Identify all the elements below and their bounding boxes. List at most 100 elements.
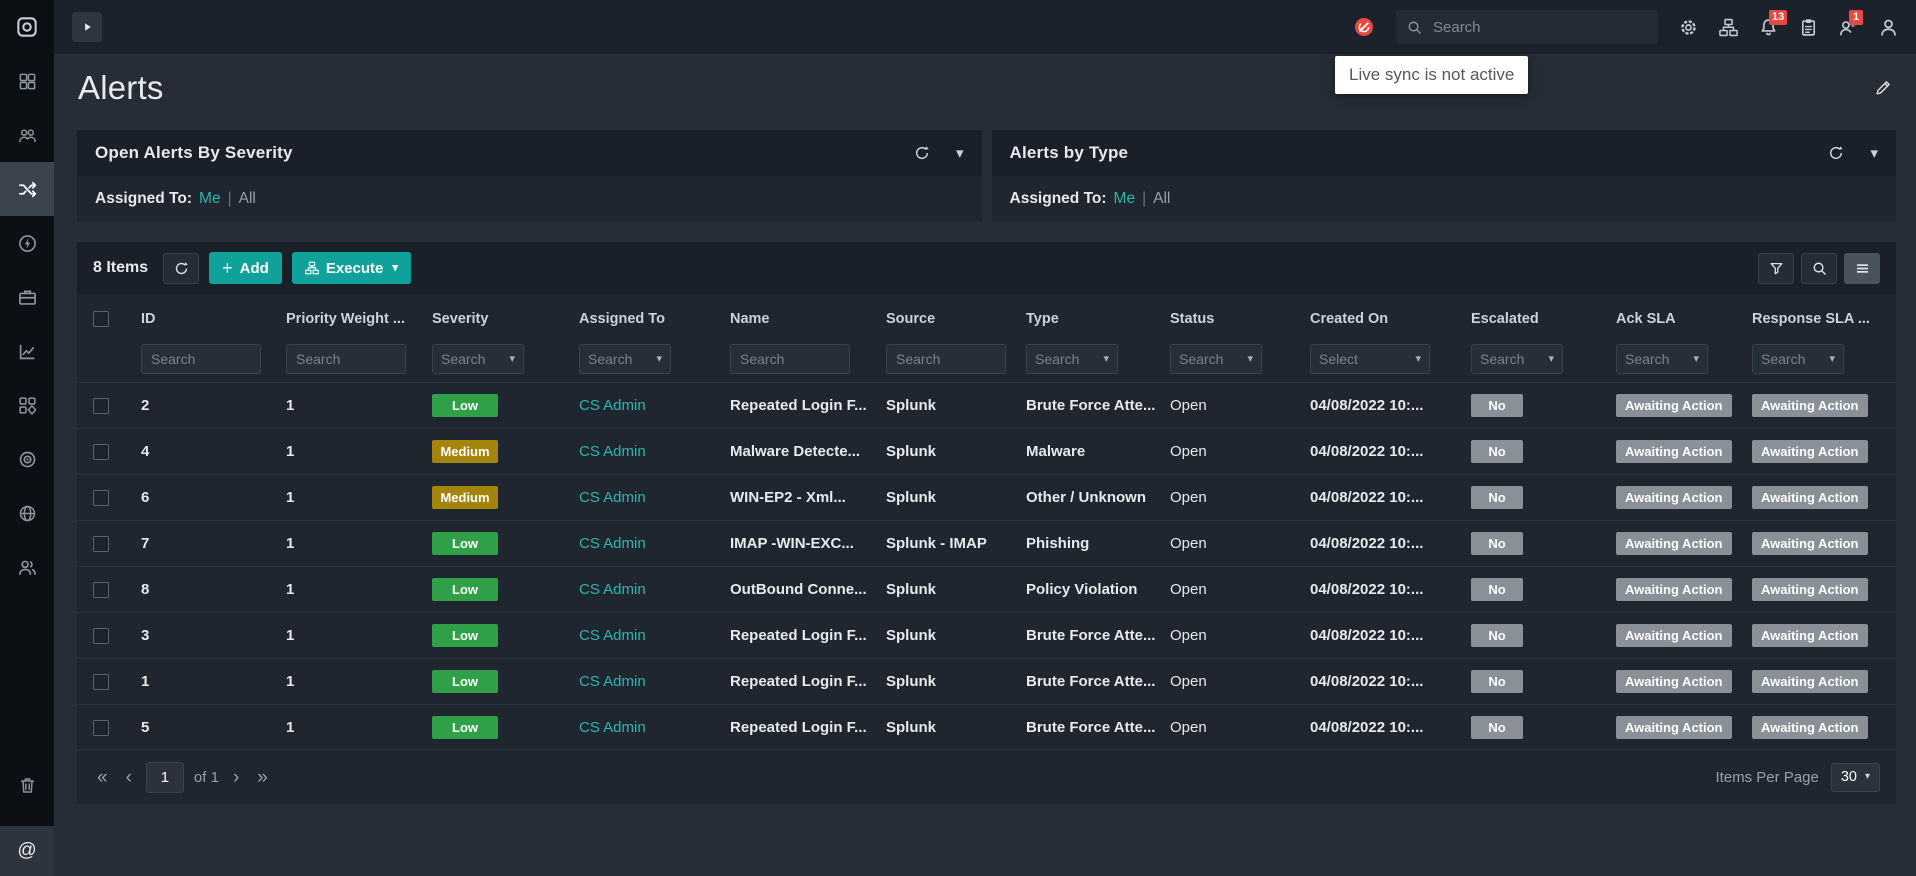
cell-status: Open (1170, 627, 1310, 644)
assigned-all-link[interactable]: All (239, 190, 256, 208)
row-checkbox[interactable] (93, 628, 109, 644)
cell-severity: Low (432, 394, 579, 417)
sidebar-item-alerts[interactable] (0, 162, 54, 216)
list-view-button[interactable] (1844, 253, 1880, 284)
filter-button[interactable] (1758, 253, 1794, 284)
table-row[interactable]: 71LowCS AdminIMAP -WIN-EXC...Splunk - IM… (77, 520, 1896, 566)
refresh-button[interactable] (163, 253, 199, 284)
assigned-all-link[interactable]: All (1153, 190, 1170, 208)
row-checkbox[interactable] (93, 398, 109, 414)
user-profile-button[interactable] (1879, 18, 1898, 37)
sidebar-item-teams[interactable] (0, 108, 54, 162)
assigned-to-link[interactable]: CS Admin (579, 719, 646, 736)
next-page-button[interactable]: › (229, 768, 243, 787)
profile-settings-button[interactable]: 1 (1839, 18, 1858, 37)
row-checkbox[interactable] (93, 536, 109, 552)
tasks-button[interactable] (1799, 18, 1818, 37)
assigned-to-link[interactable]: CS Admin (579, 535, 646, 552)
filter-escalated-dropdown[interactable]: Search▾ (1471, 344, 1563, 374)
panel-refresh-button[interactable] (1828, 145, 1844, 161)
row-checkbox[interactable] (93, 674, 109, 690)
severity-badge: Medium (432, 440, 498, 463)
sidebar-item-apps[interactable] (0, 378, 54, 432)
first-page-button[interactable]: « (93, 768, 112, 787)
row-checkbox[interactable] (93, 720, 109, 736)
sidebar-item-analytics[interactable] (0, 324, 54, 378)
table-row[interactable]: 41MediumCS AdminMalware Detecte...Splunk… (77, 428, 1896, 474)
table-row[interactable]: 11LowCS AdminRepeated Login F...SplunkBr… (77, 658, 1896, 704)
caret-down-icon: ▾ (1693, 354, 1699, 365)
filter-response-sla-dropdown[interactable]: Search▾ (1752, 344, 1844, 374)
assigned-to-link[interactable]: CS Admin (579, 673, 646, 690)
assigned-me-link[interactable]: Me (1114, 190, 1136, 208)
sidebar-item-user-groups[interactable] (0, 540, 54, 594)
sidebar-nav: @ (0, 54, 54, 876)
org-structure-button[interactable] (1719, 18, 1738, 37)
table-view-tools (1758, 253, 1880, 284)
sidebar-item-web[interactable] (0, 486, 54, 540)
sidebar-item-threat-intel[interactable] (0, 432, 54, 486)
assigned-to-link[interactable]: CS Admin (579, 443, 646, 460)
cell-severity: Low (432, 624, 579, 647)
table-row[interactable]: 61MediumCS AdminWIN-EP2 - Xml...SplunkOt… (77, 474, 1896, 520)
filter-created-on-dropdown[interactable]: Select▾ (1310, 344, 1430, 374)
response-sla-badge: Awaiting Action (1752, 578, 1868, 601)
select-all-checkbox[interactable] (93, 311, 109, 327)
row-checkbox[interactable] (93, 490, 109, 506)
assigned-to-link[interactable]: CS Admin (579, 627, 646, 644)
cell-status: Open (1170, 489, 1310, 506)
sidebar-item-cases[interactable] (0, 270, 54, 324)
panel-refresh-button[interactable] (914, 145, 930, 161)
filter-name-input[interactable] (730, 344, 850, 374)
table-row[interactable]: 51LowCS AdminRepeated Login F...SplunkBr… (77, 704, 1896, 750)
items-per-page-select[interactable]: 30 ▾ (1831, 763, 1880, 792)
chevron-down-icon[interactable]: ▾ (1870, 146, 1878, 161)
global-search[interactable] (1396, 10, 1658, 44)
row-checkbox[interactable] (93, 582, 109, 598)
table-row[interactable]: 31LowCS AdminRepeated Login F...SplunkBr… (77, 612, 1896, 658)
settings-button[interactable] (1679, 18, 1698, 37)
app-logo[interactable] (0, 0, 54, 54)
add-button[interactable]: + Add (209, 252, 282, 284)
sidebar-item-dashboard[interactable] (0, 54, 54, 108)
table-search-button[interactable] (1801, 253, 1837, 284)
filter-status-dropdown[interactable]: Search▾ (1170, 344, 1262, 374)
execute-button[interactable]: Execute ▾ (292, 252, 411, 284)
current-page[interactable]: 1 (146, 762, 184, 793)
sidebar-item-playbooks[interactable] (0, 216, 54, 270)
escalated-badge: No (1471, 532, 1523, 555)
chevron-down-icon[interactable]: ▾ (956, 146, 964, 161)
live-sync-status-button[interactable] (1353, 16, 1375, 38)
assigned-to-link[interactable]: CS Admin (579, 397, 646, 414)
global-search-input[interactable] (1431, 18, 1647, 37)
filter-priority-weight-input[interactable] (286, 344, 406, 374)
assigned-to-link[interactable]: CS Admin (579, 581, 646, 598)
filter-severity-dropdown[interactable]: Search▾ (432, 344, 524, 374)
filter-id-input[interactable] (141, 344, 261, 374)
severity-badge: Medium (432, 486, 498, 509)
sidebar-item-mentions[interactable]: @ (0, 826, 54, 876)
escalated-badge: No (1471, 578, 1523, 601)
filter-ack-sla-dropdown[interactable]: Search▾ (1616, 344, 1708, 374)
edit-page-button[interactable] (1874, 79, 1892, 97)
filter-type-dropdown[interactable]: Search▾ (1026, 344, 1118, 374)
row-checkbox[interactable] (93, 444, 109, 460)
prev-page-button[interactable]: ‹ (122, 768, 136, 787)
assigned-to-link[interactable]: CS Admin (579, 489, 646, 506)
last-page-button[interactable]: » (253, 768, 272, 787)
cell-name: Repeated Login F... (730, 627, 886, 644)
table-row[interactable]: 21LowCS AdminRepeated Login F...SplunkBr… (77, 382, 1896, 428)
cell-checkbox (93, 397, 141, 414)
column-header-escalated: Escalated (1471, 311, 1616, 327)
assigned-me-link[interactable]: Me (199, 190, 221, 208)
assigned-to-label: Assigned To: (95, 190, 192, 208)
cell-checkbox (93, 489, 141, 506)
filter-source-input[interactable] (886, 344, 1006, 374)
column-header-priority-weight: Priority Weight ... (286, 311, 432, 327)
filter-assigned-to-dropdown[interactable]: Search▾ (579, 344, 671, 374)
notifications-button[interactable]: 13 (1759, 18, 1778, 37)
cell-priority-weight: 1 (286, 489, 432, 506)
sidebar-item-recycle-bin[interactable] (0, 758, 54, 812)
table-row[interactable]: 81LowCS AdminOutBound Conne...SplunkPoli… (77, 566, 1896, 612)
sidebar-toggle-button[interactable] (72, 12, 102, 42)
